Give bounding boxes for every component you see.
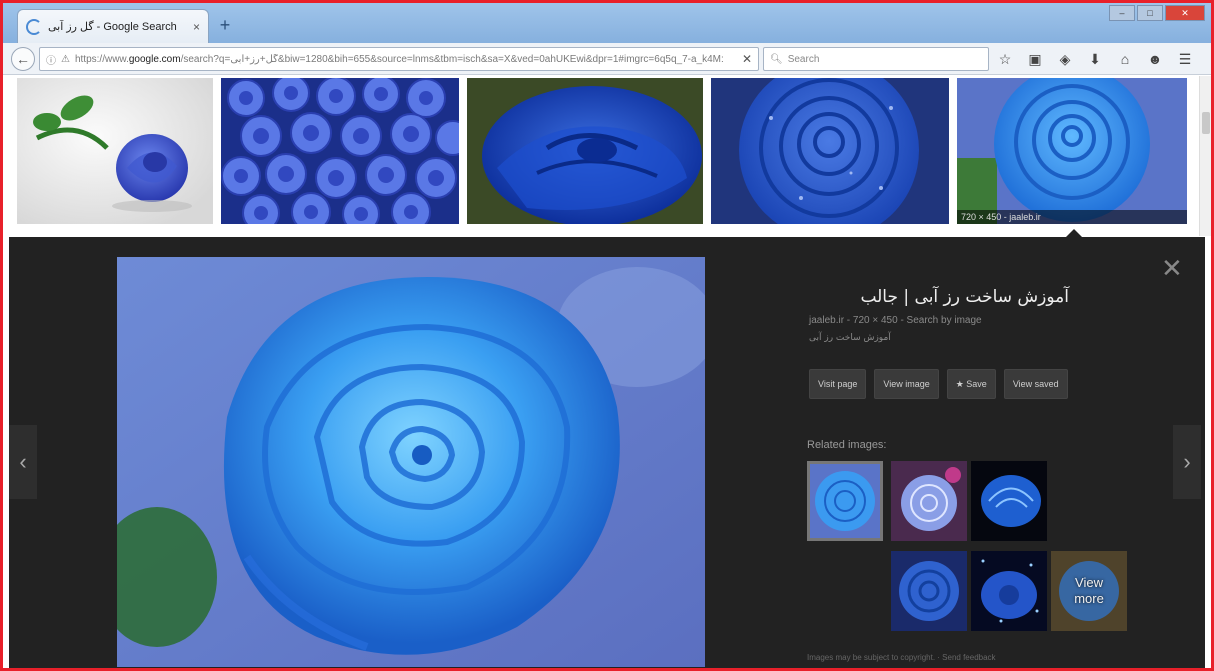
tab-title: گل رز آبی - Google Search xyxy=(48,21,177,33)
visit-page-button[interactable]: Visit page xyxy=(809,369,867,399)
thumbnail-caption: 720 × 450 - jaaleb.ir xyxy=(957,210,1187,224)
tab-google-search[interactable]: گل رز آبی - Google Search × xyxy=(17,9,209,43)
preview-image[interactable] xyxy=(117,257,705,667)
blue-rose-photo xyxy=(891,461,967,541)
image-preview-panel: ‹ › ✕ آموزش ساخت رز آبی | جالب jaaleb.ir… xyxy=(9,237,1205,668)
next-image-button[interactable]: › xyxy=(1173,425,1201,499)
save-button[interactable]: ★ Save xyxy=(946,369,996,399)
related-image[interactable] xyxy=(971,461,1047,541)
blue-rose-photo xyxy=(17,78,213,224)
minimize-button[interactable]: – xyxy=(1109,5,1135,21)
result-thumbnail[interactable] xyxy=(221,78,459,224)
tab-close-icon[interactable]: × xyxy=(193,20,200,34)
toolbar-icons: ☆ ▣ ◈ ⬇ ⌂ ☻ ☰ xyxy=(993,47,1197,71)
blue-rose-photo xyxy=(711,78,949,224)
view-more-button[interactable]: View more xyxy=(1051,551,1127,631)
bookmark-star-icon[interactable]: ☆ xyxy=(993,47,1017,71)
download-icon[interactable]: ⬇ xyxy=(1083,47,1107,71)
preview-meta[interactable]: jaaleb.ir - 720 × 450 - Search by image xyxy=(809,315,982,326)
url-text: https://www.google.com/search?q=گل+رز+آب… xyxy=(74,53,724,65)
close-window-button[interactable]: ✕ xyxy=(1165,5,1205,21)
selection-pointer xyxy=(1066,229,1082,237)
blue-rose-photo xyxy=(891,551,967,631)
close-preview-icon[interactable]: ✕ xyxy=(1161,255,1183,281)
search-icon: 🔍︎ xyxy=(770,53,783,65)
view-image-button[interactable]: View image xyxy=(874,369,939,399)
reading-list-icon[interactable]: ▣ xyxy=(1023,47,1047,71)
blue-rose-photo xyxy=(971,551,1047,631)
result-thumbnail[interactable] xyxy=(17,78,213,224)
maximize-button[interactable]: □ xyxy=(1137,5,1163,21)
new-tab-button[interactable]: + xyxy=(213,13,237,37)
menu-icon[interactable]: ☰ xyxy=(1173,47,1197,71)
view-saved-button[interactable]: View saved xyxy=(1003,369,1068,399)
related-image[interactable] xyxy=(971,551,1047,631)
result-thumbnail[interactable] xyxy=(467,78,703,224)
result-thumbnail-selected[interactable]: 720 × 450 - jaaleb.ir xyxy=(957,78,1187,224)
related-images-label: Related images: xyxy=(807,439,887,451)
blue-roses-bouquet-photo xyxy=(221,78,459,224)
copyright-footer[interactable]: Images may be subject to copyright. · Se… xyxy=(807,653,996,662)
image-results-strip: 720 × 450 - jaaleb.ir xyxy=(3,76,1203,236)
window-controls: – □ ✕ xyxy=(1109,5,1205,21)
chat-icon[interactable]: ☻ xyxy=(1143,47,1167,71)
page-scrollbar[interactable] xyxy=(1199,76,1211,236)
previous-image-button[interactable]: ‹ xyxy=(9,425,37,499)
search-placeholder: Search xyxy=(787,53,820,65)
loading-favicon-icon xyxy=(26,18,42,35)
preview-description: آموزش ساخت رز آبی xyxy=(809,333,891,343)
related-image[interactable] xyxy=(807,461,883,541)
screenshot-frame: گل رز آبی - Google Search × + – □ ✕ ← ⓘ … xyxy=(0,0,1214,671)
view-more-label: View more xyxy=(1074,575,1104,606)
blue-rose-photo xyxy=(467,78,703,224)
url-bar[interactable]: ⓘ ⚠ https://www.google.com/search?q=گل+ر… xyxy=(39,47,759,71)
info-icon[interactable]: ⓘ xyxy=(46,52,56,67)
blue-rose-photo xyxy=(807,461,883,541)
pocket-icon[interactable]: ◈ xyxy=(1053,47,1077,71)
related-image[interactable] xyxy=(891,461,967,541)
large-blue-rose-photo xyxy=(117,257,705,667)
reload-icon[interactable]: ✕ xyxy=(742,52,752,66)
related-image[interactable] xyxy=(891,551,967,631)
lock-warning-icon: ⚠ xyxy=(61,53,70,65)
result-thumbnail[interactable] xyxy=(711,78,949,224)
blue-rose-photo xyxy=(957,78,1187,224)
blue-rose-photo xyxy=(971,461,1047,541)
search-input[interactable]: 🔍︎ Search xyxy=(763,47,989,71)
back-button[interactable]: ← xyxy=(11,47,35,71)
preview-actions: Visit page View image ★ Save View saved xyxy=(809,369,1068,399)
preview-title[interactable]: آموزش ساخت رز آبی | جالب xyxy=(809,287,1069,307)
tab-bar: گل رز آبی - Google Search × + – □ ✕ xyxy=(3,3,1211,43)
navigation-bar: ← ⓘ ⚠ https://www.google.com/search?q=گل… xyxy=(3,43,1211,75)
home-icon[interactable]: ⌂ xyxy=(1113,47,1137,71)
scrollbar-thumb[interactable] xyxy=(1202,112,1210,134)
